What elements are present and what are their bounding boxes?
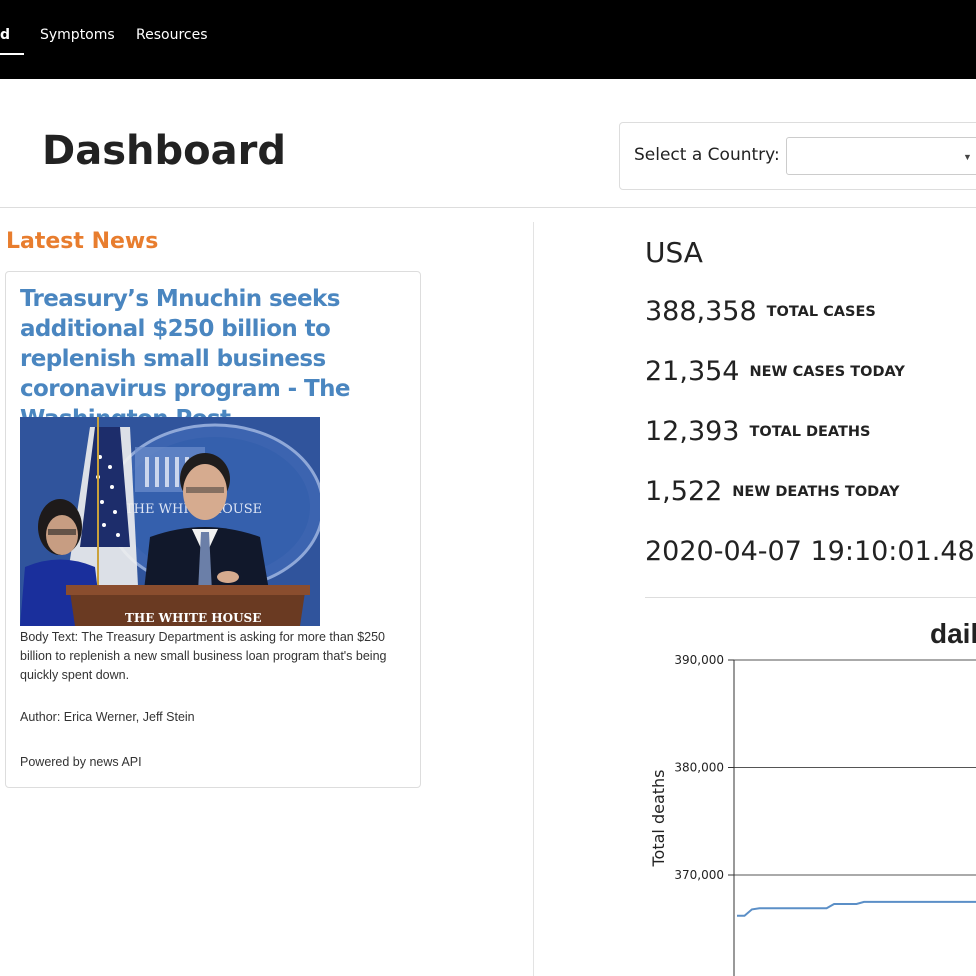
stat-total-deaths: 12,393 TOTAL DEATHS — [645, 416, 870, 450]
stat-new-deaths-label: NEW DEATHS TODAY — [732, 483, 900, 500]
deaths-line-chart: dail 370,000 380,000 390,000 Total deaths — [649, 618, 976, 976]
news-heading: Latest News — [6, 229, 159, 254]
stat-new-cases: 21,354 NEW CASES TODAY — [645, 356, 905, 390]
country-selector-panel: Select a Country: ▼ — [619, 122, 976, 190]
news-article-author: Author: Erica Werner, Jeff Stein — [20, 710, 195, 724]
news-article-image[interactable]: THE WHITE HOUSE THE WHITE HOUSE — [20, 417, 320, 626]
country-select-label: Select a Country: — [634, 145, 780, 165]
stats-divider — [645, 597, 976, 598]
news-article-title-link[interactable]: Treasury’s Mnuchin seeks additional $250… — [20, 284, 412, 434]
stat-new-deaths-value: 1,522 — [645, 476, 723, 507]
nav-item-resources[interactable]: Resources — [136, 27, 208, 43]
stat-total-cases: 388,358 TOTAL CASES — [645, 296, 876, 330]
stat-total-deaths-label: TOTAL DEATHS — [749, 423, 871, 440]
stat-new-cases-label: NEW CASES TODAY — [749, 363, 905, 380]
chevron-down-icon[interactable]: ▼ — [963, 152, 972, 162]
stat-new-cases-value: 21,354 — [645, 356, 740, 387]
page-title: Dashboard — [42, 128, 286, 174]
stat-total-cases-value: 388,358 — [645, 296, 757, 327]
news-image-podium-text: THE WHITE HOUSE — [125, 611, 261, 625]
country-select-dropdown[interactable]: ▼ — [786, 137, 976, 175]
chart-y-axis-label: Total deaths — [649, 769, 668, 867]
header-divider — [0, 207, 976, 208]
stat-new-deaths: 1,522 NEW DEATHS TODAY — [645, 476, 900, 510]
chart-y-tick-label: 380,000 — [674, 761, 724, 775]
top-navbar: d Symptoms Resources — [0, 0, 976, 79]
stat-total-deaths-value: 12,393 — [645, 416, 740, 447]
stats-timestamp: 2020-04-07 19:10:01.485 — [645, 536, 976, 567]
chart-y-tick-label: 390,000 — [674, 653, 724, 667]
nav-item-symptoms[interactable]: Symptoms — [40, 27, 115, 43]
column-divider — [533, 222, 534, 976]
chart-series-line — [737, 900, 976, 917]
selected-country-name: USA — [645, 236, 703, 269]
news-article-body: Body Text: The Treasury Department is as… — [20, 630, 387, 682]
news-powered-by: Powered by news API — [20, 755, 142, 769]
chart-y-tick-label: 370,000 — [674, 868, 724, 882]
nav-item-dashboard[interactable]: d — [0, 27, 10, 43]
chart-title: dail — [930, 618, 976, 649]
nav-active-indicator — [0, 53, 24, 55]
stat-total-cases-label: TOTAL CASES — [766, 303, 876, 320]
news-card: Treasury’s Mnuchin seeks additional $250… — [5, 271, 421, 788]
